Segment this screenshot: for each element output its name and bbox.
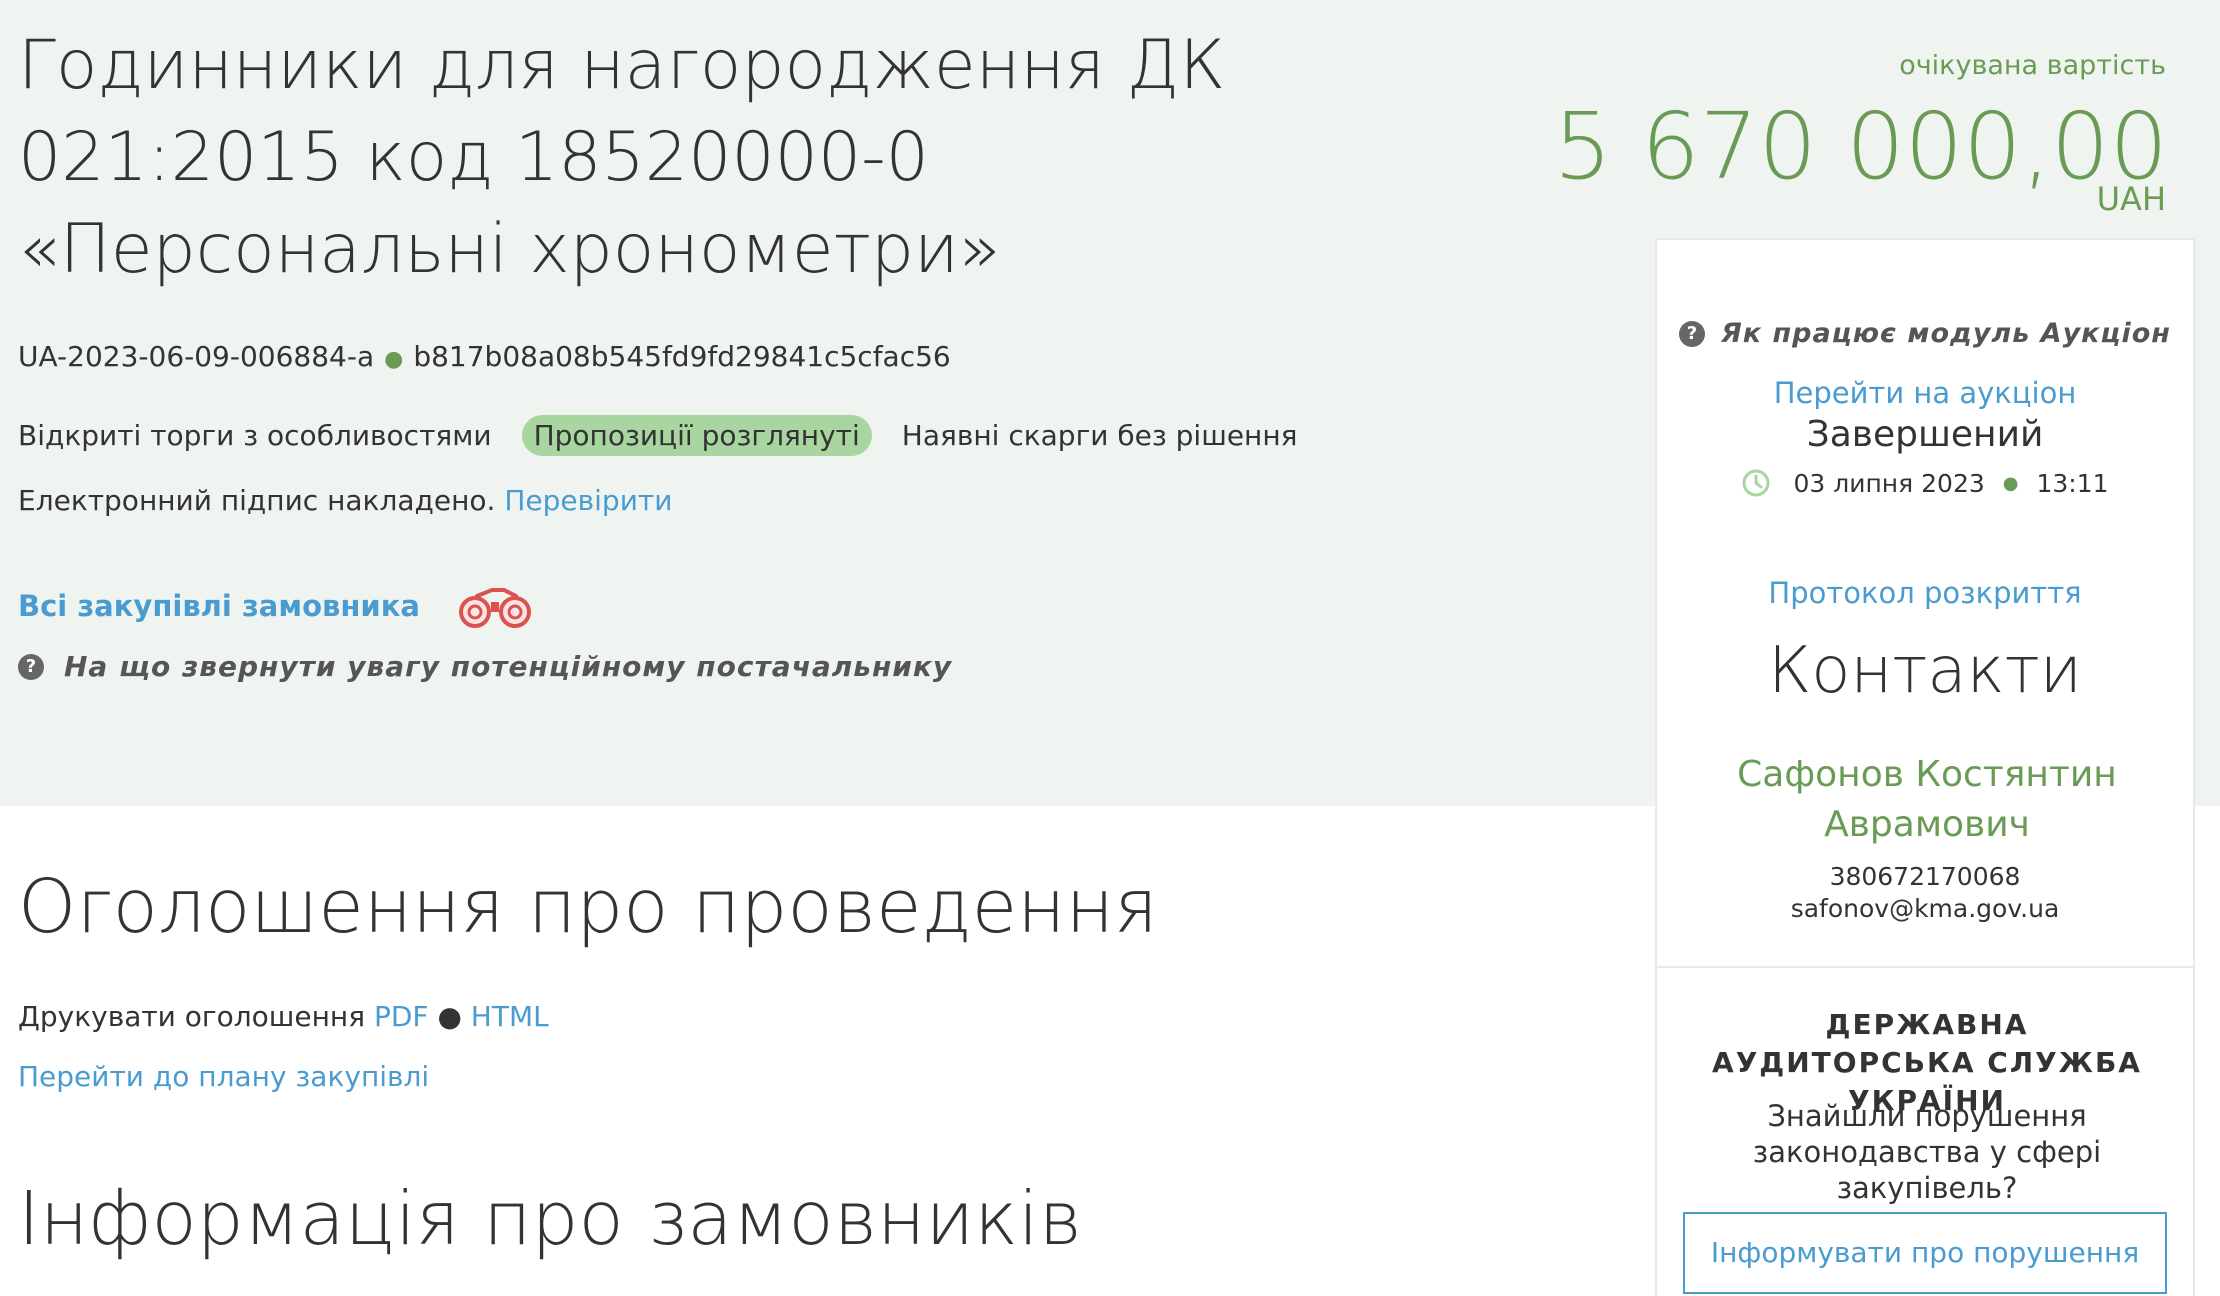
auction-date: 03 липня 2023 (1793, 468, 1985, 498)
sidebar-panel: ? Як працює модуль Аукціон Перейти на ау… (1655, 238, 2195, 1296)
all-purchases-line: Всі закупівлі замовника (18, 576, 536, 636)
print-pdf-link[interactable]: PDF (374, 1000, 429, 1033)
tender-identifiers: UA-2023-06-09-006884-a ● b817b08a08b545fd9… (18, 340, 951, 373)
expected-cost-label: очікувана вартість (1899, 50, 2166, 81)
auction-help[interactable]: ? Як працює модуль Аукціон (1657, 318, 2193, 349)
auction-time: 13:11 (2036, 468, 2109, 498)
verify-signature-link[interactable]: Перевірити (504, 484, 672, 517)
clock-icon (1742, 469, 1770, 497)
sidebar-divider (1657, 966, 2193, 968)
contact-email: safonov@kma.gov.ua (1790, 894, 2060, 923)
contact-name: Сафонов Костянтин Аврамович (1737, 754, 2117, 845)
print-html-link[interactable]: HTML (471, 1000, 549, 1033)
supplier-hint-text: На що звернути увагу потенційному постач… (64, 650, 953, 683)
binoculars-icon[interactable] (454, 582, 536, 630)
go-to-auction-link[interactable]: Перейти на аукціон (1657, 376, 2193, 410)
print-label: Друкувати оголошення (18, 1000, 366, 1033)
auction-status: Завершений (1806, 414, 2044, 455)
status-badge: Пропозиції розглянуті (521, 414, 872, 456)
tender-id: UA-2023-06-09-006884-a (18, 340, 375, 373)
signature-text: Електронний підпис накладено. (18, 484, 496, 517)
signature-line: Електронний підпис накладено. Перевірити (18, 484, 672, 517)
tender-title: Годинники для нагородження ДК 021:2015 к… (18, 26, 1226, 289)
contact-phone: 380672170068 (1829, 862, 2021, 891)
separator-dot: ● (384, 347, 404, 372)
violation-question: Знайшли порушення законодавства у сфері … (1752, 1099, 2102, 1205)
tender-status-line: Відкриті торги з особливостями Пропозиці… (18, 412, 1298, 458)
supplier-hint[interactable]: ? На що звернути увагу потенційному пост… (18, 650, 952, 683)
complaints-status: Наявні скарги без рішення (901, 418, 1298, 452)
procedure-type: Відкриті торги з особливостями (18, 418, 492, 452)
print-announcement-line: Друкувати оголошення PDF ● HTML (18, 1000, 549, 1033)
question-circle-icon: ? (18, 653, 44, 680)
question-circle-icon: ? (1679, 320, 1706, 347)
customers-heading: Інформація про замовників (18, 1176, 1083, 1262)
report-violation-button[interactable]: Інформувати про порушення (1683, 1212, 2167, 1294)
all-customer-purchases-link[interactable]: Всі закупівлі замовника (18, 589, 420, 623)
expected-cost-value: 5 670 000,00 (1553, 93, 2168, 200)
separator-dot: ● (437, 1000, 462, 1033)
tender-hash: b817b08a08b545fd9fd29841c5cfac56 (413, 340, 951, 373)
contacts-heading: Контакти (1768, 634, 2082, 708)
procurement-plan-link[interactable]: Перейти до плану закупівлі (18, 1060, 429, 1093)
auction-datetime: 03 липня 2023 ● 13:11 (1657, 468, 2193, 498)
auction-help-text: Як працює модуль Аукціон (1721, 318, 2171, 349)
separator-dot: ● (2002, 472, 2019, 494)
announcement-heading: Оголошення про проведення (18, 864, 1158, 950)
opening-protocol-link[interactable]: Протокол розкриття (1657, 576, 2193, 610)
expected-cost-currency: UAH (2096, 180, 2166, 218)
